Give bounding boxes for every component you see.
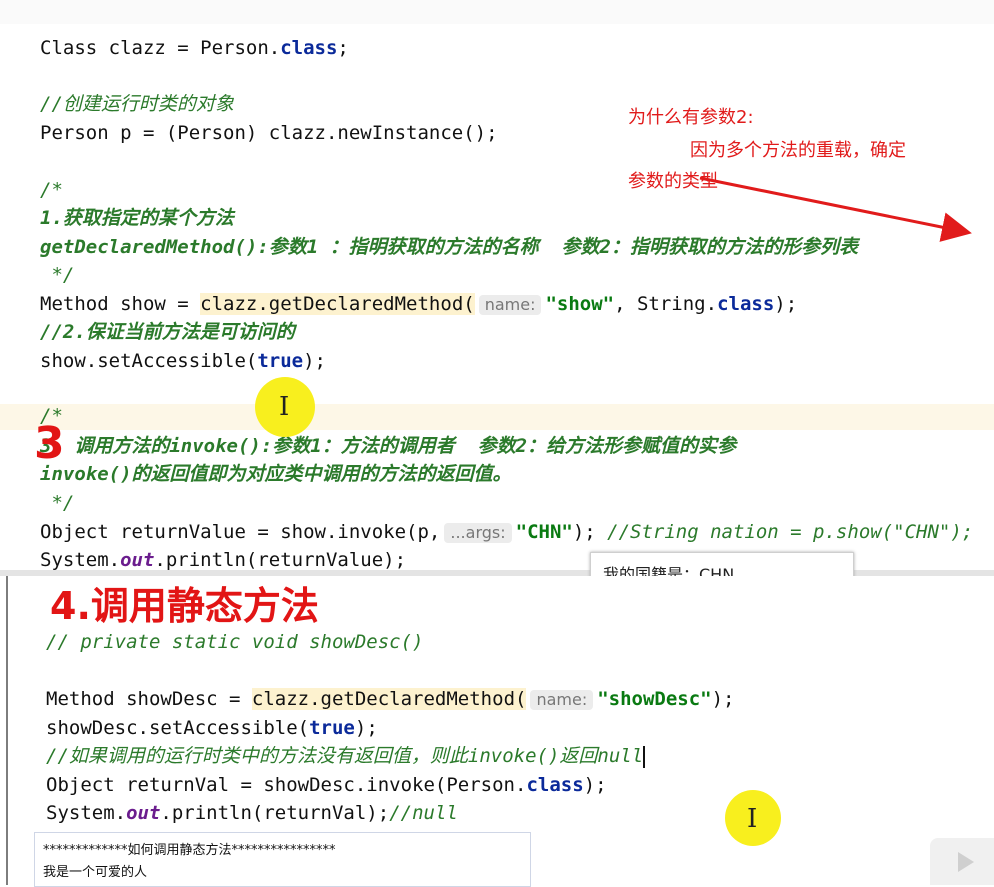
text-caret	[643, 745, 646, 768]
console-line: 我是一个可爱的人	[43, 865, 148, 880]
code-comment[interactable]: // private static void showDesc()	[46, 630, 424, 654]
code-line[interactable]: showDesc.setAccessible(true);	[46, 716, 378, 740]
code-line[interactable]: Object returnVal = showDesc.invoke(Perso…	[46, 773, 607, 797]
note-arrow	[699, 176, 972, 242]
play-icon	[958, 852, 974, 872]
text-cursor-icon: I	[747, 804, 758, 834]
code-line[interactable]: Method showDesc = clazz.getDeclaredMetho…	[46, 687, 735, 711]
section-title: 4.调用静态方法	[50, 584, 319, 628]
code-comment[interactable]: //如果调用的运行时类中的方法没有返回值，则此invoke()返回null	[46, 744, 646, 768]
code-line[interactable]: System.out.println(returnVal);//null	[46, 801, 458, 825]
console-output-panel: *************如何调用静态方法**************** 我是…	[34, 832, 531, 887]
parameter-hint: name:	[530, 690, 594, 710]
console-line: *************如何调用静态方法****************	[43, 843, 336, 858]
video-play-button[interactable]	[930, 838, 994, 885]
